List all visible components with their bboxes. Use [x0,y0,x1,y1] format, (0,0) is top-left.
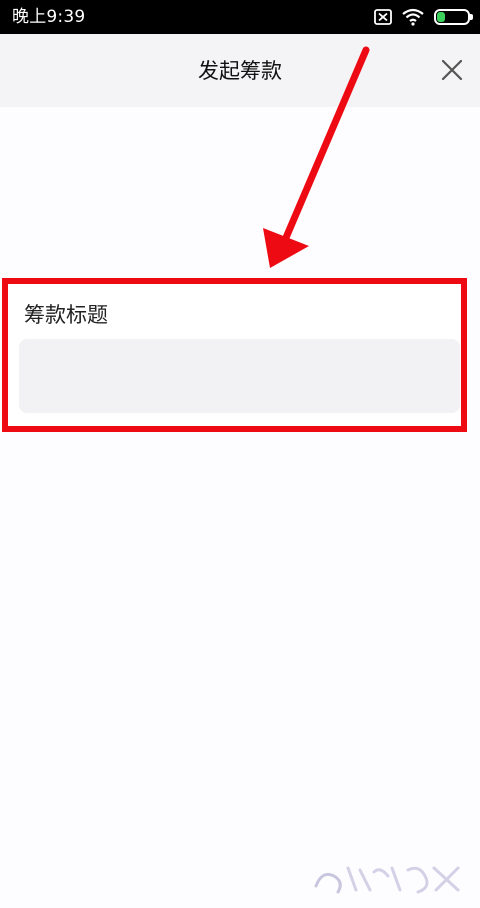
sim-off-icon [374,9,392,25]
watermark-logo [314,866,460,894]
close-icon[interactable] [440,58,464,82]
status-icons: 25 [374,7,473,27]
title-bar: 发起筹款 [0,34,480,107]
arrow-head [263,228,309,268]
status-bar: 晚上9:39 25 [0,0,480,34]
status-time: 晚上9:39 [12,7,86,27]
page-title: 发起筹款 [198,59,282,83]
wifi-icon [402,8,424,26]
title-field-highlight: 筹款标题 [2,278,467,432]
title-input[interactable] [19,339,460,413]
battery-level-label: 25 [444,10,460,23]
annotation-arrow [263,46,370,268]
battery-icon: 25 [434,9,473,25]
title-field-label: 筹款标题 [24,303,108,327]
